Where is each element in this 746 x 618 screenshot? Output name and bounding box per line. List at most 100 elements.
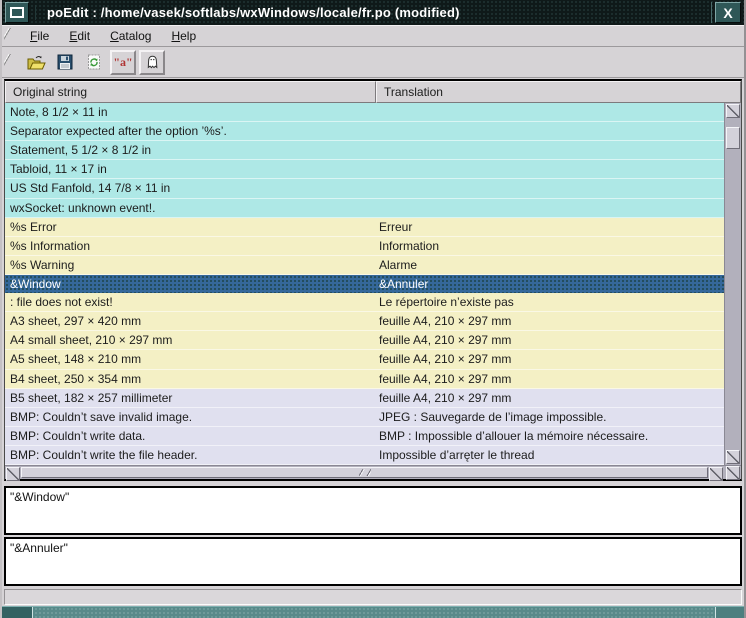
update-catalog-button[interactable] xyxy=(81,50,107,75)
vertical-scroll-track[interactable] xyxy=(725,149,741,449)
horizontal-scrollbar[interactable] xyxy=(5,465,741,479)
original-cell: &Window xyxy=(5,277,374,291)
original-cell: A5 sheet, 148 × 210 mm xyxy=(5,352,374,366)
translation-cell: Impossible d’arręter le thread xyxy=(374,448,724,462)
translation-cell: feuille A4, 210 × 297 mm xyxy=(374,314,724,328)
original-cell: : file does not exist! xyxy=(5,295,374,309)
save-catalog-button[interactable] xyxy=(52,50,78,75)
quotes-icon: "a" xyxy=(113,55,132,70)
window-icon xyxy=(10,7,24,18)
original-cell: Statement, 5 1/2 × 8 1/2 in xyxy=(5,143,374,157)
original-cell: US Std Fanfold, 14 7/8 × 11 in xyxy=(5,181,374,195)
menu-item[interactable]: File xyxy=(20,27,59,45)
original-string-field[interactable]: "&Window" xyxy=(4,486,742,535)
original-cell: BMP: Couldn’t write data. xyxy=(5,429,374,443)
table-row[interactable]: Separator expected after the option ’%s’… xyxy=(5,122,724,141)
original-cell: A4 small sheet, 210 × 297 mm xyxy=(5,333,374,347)
translation-cell: &Annuler xyxy=(374,277,724,291)
poedit-window: poEdit : /home/vasek/softlabs/wxWindows/… xyxy=(0,0,746,618)
translation-cell: feuille A4, 210 × 297 mm xyxy=(374,372,724,386)
menubar-gripper-handle[interactable] xyxy=(4,28,11,44)
table-row[interactable]: BMP: Couldn’t write the file header. Imp… xyxy=(5,446,724,465)
scroll-down-button[interactable] xyxy=(726,450,740,464)
sheep-icon xyxy=(144,54,161,70)
table-row[interactable]: &Window &Annuler xyxy=(5,275,724,293)
table-row[interactable]: : file does not exist! Le répertoire n’e… xyxy=(5,293,724,312)
scroll-up-button[interactable] xyxy=(726,104,740,118)
translation-cell: Information xyxy=(374,239,724,253)
translation-cell: BMP : Impossible d’allouer la mémoire né… xyxy=(374,429,724,443)
table-row[interactable]: BMP: Couldn’t write data. BMP : Impossib… xyxy=(5,427,724,446)
list-header: Original string Translation xyxy=(5,81,741,103)
translation-list: Note, 8 1/2 × 11 in Separator expected a… xyxy=(5,103,724,465)
close-button[interactable]: X xyxy=(715,2,741,23)
translation-list-panel: Original string Translation Note, 8 1/2 … xyxy=(4,79,742,481)
window-resize-border[interactable] xyxy=(2,606,744,618)
original-cell: B5 sheet, 182 × 257 millimeter xyxy=(5,391,374,405)
table-row[interactable]: wxSocket: unknown event!. xyxy=(5,199,724,218)
resize-corner-left[interactable] xyxy=(2,607,33,618)
menu-item[interactable]: Help xyxy=(161,27,206,45)
original-cell: BMP: Couldn’t write the file header. xyxy=(5,448,374,462)
translation-cell: Alarme xyxy=(374,258,724,272)
table-row[interactable]: Statement, 5 1/2 × 8 1/2 in xyxy=(5,141,724,160)
vertical-scroll-thumb[interactable] xyxy=(726,127,740,149)
refresh-document-icon xyxy=(86,54,102,70)
original-cell: Separator expected after the option ’%s’… xyxy=(5,124,374,138)
open-catalog-button[interactable] xyxy=(23,50,49,75)
table-row[interactable]: Tabloid, 11 × 17 in xyxy=(5,160,724,179)
toolbar-gripper-handle[interactable] xyxy=(4,54,11,70)
menu-items: File Edit Catalog Help xyxy=(20,27,206,45)
menu-bar: File Edit Catalog Help xyxy=(2,25,744,47)
translation-cell: feuille A4, 210 × 297 mm xyxy=(374,391,724,405)
open-folder-icon xyxy=(27,55,46,70)
vertical-scrollbar[interactable] xyxy=(724,103,741,465)
menu-item[interactable]: Catalog xyxy=(100,27,161,45)
original-cell: B4 sheet, 250 × 354 mm xyxy=(5,372,374,386)
original-cell: Note, 8 1/2 × 11 in xyxy=(5,105,374,119)
column-header-translation[interactable]: Translation xyxy=(376,81,741,103)
table-row[interactable]: %s Warning Alarme xyxy=(5,256,724,275)
title-bar[interactable]: poEdit : /home/vasek/softlabs/wxWindows/… xyxy=(2,0,744,25)
titlebar-separator xyxy=(711,2,712,23)
original-cell: A3 sheet, 297 × 420 mm xyxy=(5,314,374,328)
translation-field[interactable]: "&Annuler" xyxy=(4,537,742,586)
quotes-toggle-button[interactable]: "a" xyxy=(110,50,136,75)
fuzzy-toggle-button[interactable] xyxy=(139,50,165,75)
table-row[interactable]: A5 sheet, 148 × 210 mm feuille A4, 210 ×… xyxy=(5,350,724,369)
list-body: Note, 8 1/2 × 11 in Separator expected a… xyxy=(5,103,741,465)
translation-cell: Le répertoire n’existe pas xyxy=(374,295,724,309)
table-row[interactable]: B5 sheet, 182 × 257 millimeter feuille A… xyxy=(5,389,724,408)
scroll-left-button[interactable] xyxy=(6,467,20,481)
system-menu-button[interactable] xyxy=(5,2,29,23)
original-cell: Tabloid, 11 × 17 in xyxy=(5,162,374,176)
scrollbar-corner xyxy=(724,466,741,479)
translation-cell: Erreur xyxy=(374,220,724,234)
table-row[interactable]: BMP: Couldn’t save invalid image. JPEG :… xyxy=(5,408,724,427)
status-bar xyxy=(4,589,742,605)
window-title: poEdit : /home/vasek/softlabs/wxWindows/… xyxy=(35,5,711,20)
menu-item[interactable]: Edit xyxy=(59,27,100,45)
translation-cell: JPEG : Sauvegarde de l’image impossible. xyxy=(374,410,724,424)
scroll-right-button[interactable] xyxy=(709,467,723,481)
table-row[interactable]: %s Error Erreur xyxy=(5,218,724,237)
resize-corner-right[interactable] xyxy=(715,607,744,618)
corner-resize-icon[interactable] xyxy=(726,466,740,480)
table-row[interactable]: A4 small sheet, 210 × 297 mm feuille A4,… xyxy=(5,331,724,350)
original-cell: BMP: Couldn’t save invalid image. xyxy=(5,410,374,424)
table-row[interactable]: Note, 8 1/2 × 11 in xyxy=(5,103,724,122)
original-cell: %s Error xyxy=(5,220,374,234)
toolbar: "a" xyxy=(2,47,744,78)
column-header-original[interactable]: Original string xyxy=(5,81,376,103)
close-icon: X xyxy=(723,6,732,20)
table-row[interactable]: %s Information Information xyxy=(5,237,724,256)
table-row[interactable]: A3 sheet, 297 × 420 mm feuille A4, 210 ×… xyxy=(5,312,724,331)
original-cell: wxSocket: unknown event!. xyxy=(5,201,374,215)
horizontal-scroll-thumb[interactable] xyxy=(21,467,708,478)
translation-cell: feuille A4, 210 × 297 mm xyxy=(374,333,724,347)
original-cell: %s Information xyxy=(5,239,374,253)
save-floppy-icon xyxy=(57,54,73,70)
original-cell: %s Warning xyxy=(5,258,374,272)
table-row[interactable]: B4 sheet, 250 × 354 mm feuille A4, 210 ×… xyxy=(5,370,724,389)
table-row[interactable]: US Std Fanfold, 14 7/8 × 11 in xyxy=(5,179,724,198)
